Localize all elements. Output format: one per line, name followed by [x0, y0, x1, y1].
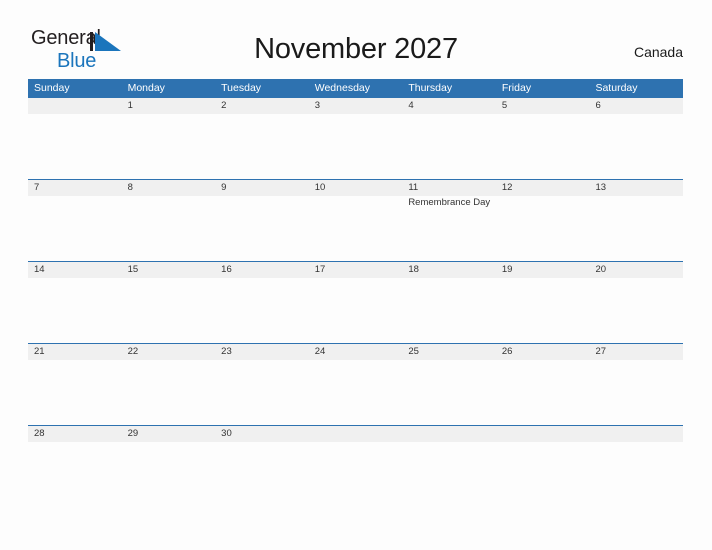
day-number[interactable]: 29 — [122, 426, 216, 442]
day-number[interactable] — [402, 426, 496, 442]
week-event-band — [28, 114, 683, 179]
day-number[interactable]: 13 — [589, 180, 683, 196]
day-number[interactable]: 18 — [402, 262, 496, 278]
day-number[interactable]: 27 — [589, 344, 683, 360]
day-number[interactable]: 9 — [215, 180, 309, 196]
day-events[interactable] — [215, 114, 309, 179]
day-number[interactable]: 4 — [402, 98, 496, 114]
week-event-band: Remembrance Day — [28, 196, 683, 261]
day-events[interactable] — [309, 360, 403, 425]
day-events[interactable] — [589, 360, 683, 425]
day-number[interactable]: 30 — [215, 426, 309, 442]
weekday-header-saturday: Saturday — [595, 82, 638, 94]
day-events[interactable] — [402, 360, 496, 425]
day-number[interactable]: 15 — [122, 262, 216, 278]
day-events[interactable] — [402, 114, 496, 179]
week-date-band: 1 2 3 4 5 6 — [28, 97, 683, 114]
weekday-header-tuesday: Tuesday — [221, 82, 262, 94]
day-events[interactable] — [122, 442, 216, 507]
day-events[interactable] — [589, 196, 683, 261]
day-events[interactable] — [122, 114, 216, 179]
page-header: General Blue November 2027 Canada — [0, 0, 712, 79]
day-number[interactable]: 25 — [402, 344, 496, 360]
day-number[interactable]: 12 — [496, 180, 590, 196]
day-number[interactable]: 28 — [28, 426, 122, 442]
week-date-band: 14 15 16 17 18 19 20 — [28, 261, 683, 278]
day-number[interactable]: 16 — [215, 262, 309, 278]
day-events[interactable] — [28, 360, 122, 425]
day-events[interactable] — [496, 442, 590, 507]
weekday-header-row: Sunday Monday Tuesday Wednesday Thursday… — [28, 79, 683, 97]
day-number[interactable]: 26 — [496, 344, 590, 360]
day-events[interactable] — [28, 278, 122, 343]
week-event-band — [28, 278, 683, 343]
week-event-band — [28, 360, 683, 425]
calendar-week-row: 14 15 16 17 18 19 20 — [28, 261, 683, 343]
week-date-band: 28 29 30 — [28, 425, 683, 442]
weekday-header-friday: Friday — [501, 82, 532, 94]
day-number[interactable]: 2 — [215, 98, 309, 114]
day-number[interactable]: 20 — [589, 262, 683, 278]
calendar-week-row: 7 8 9 10 11 12 13 Remembrance Day — [28, 179, 683, 261]
calendar-week-row: 21 22 23 24 25 26 27 — [28, 343, 683, 425]
day-number[interactable]: 5 — [496, 98, 590, 114]
day-events[interactable] — [589, 442, 683, 507]
day-events[interactable] — [589, 278, 683, 343]
week-date-band: 7 8 9 10 11 12 13 — [28, 179, 683, 196]
region-label: Canada — [633, 44, 683, 60]
day-events[interactable] — [496, 114, 590, 179]
day-events[interactable] — [215, 442, 309, 507]
day-number[interactable]: 21 — [28, 344, 122, 360]
weekday-header-wednesday: Wednesday — [314, 82, 370, 94]
day-events[interactable] — [28, 196, 122, 261]
day-number[interactable]: 17 — [309, 262, 403, 278]
day-events[interactable] — [215, 196, 309, 261]
day-events[interactable] — [402, 278, 496, 343]
day-events[interactable] — [309, 442, 403, 507]
day-number[interactable]: 19 — [496, 262, 590, 278]
day-number[interactable]: 6 — [589, 98, 683, 114]
calendar-grid: Sunday Monday Tuesday Wednesday Thursday… — [28, 79, 683, 507]
day-number[interactable]: 24 — [309, 344, 403, 360]
day-number[interactable]: 7 — [28, 180, 122, 196]
day-number[interactable]: 14 — [28, 262, 122, 278]
day-number[interactable]: 8 — [122, 180, 216, 196]
day-events[interactable] — [496, 360, 590, 425]
day-events[interactable] — [496, 278, 590, 343]
weekday-header-sunday: Sunday — [34, 82, 70, 94]
day-events[interactable] — [122, 360, 216, 425]
event-label: Remembrance Day — [408, 197, 491, 208]
week-event-band — [28, 442, 683, 507]
day-events[interactable] — [309, 278, 403, 343]
day-events[interactable] — [309, 196, 403, 261]
day-events[interactable] — [28, 442, 122, 507]
day-events[interactable] — [402, 442, 496, 507]
day-number[interactable]: 10 — [309, 180, 403, 196]
day-number[interactable]: 23 — [215, 344, 309, 360]
day-number[interactable]: 3 — [309, 98, 403, 114]
day-events[interactable] — [215, 360, 309, 425]
day-events[interactable] — [496, 196, 590, 261]
day-number[interactable] — [589, 426, 683, 442]
day-number[interactable]: 22 — [122, 344, 216, 360]
calendar-week-row: 28 29 30 — [28, 425, 683, 507]
day-events[interactable] — [28, 114, 122, 179]
weekday-header-thursday: Thursday — [408, 82, 453, 94]
day-events-remembrance-day[interactable]: Remembrance Day — [402, 196, 496, 261]
week-date-band: 21 22 23 24 25 26 27 — [28, 343, 683, 360]
day-number[interactable] — [309, 426, 403, 442]
day-events[interactable] — [309, 114, 403, 179]
day-events[interactable] — [215, 278, 309, 343]
day-number[interactable] — [496, 426, 590, 442]
weekday-header-monday: Monday — [127, 82, 165, 94]
day-events[interactable] — [122, 278, 216, 343]
day-events[interactable] — [589, 114, 683, 179]
calendar-week-row: 1 2 3 4 5 6 — [28, 97, 683, 179]
page-title: November 2027 — [254, 33, 458, 65]
day-number[interactable] — [28, 98, 122, 114]
day-events[interactable] — [122, 196, 216, 261]
day-number[interactable]: 11 — [402, 180, 496, 196]
day-number[interactable]: 1 — [122, 98, 216, 114]
